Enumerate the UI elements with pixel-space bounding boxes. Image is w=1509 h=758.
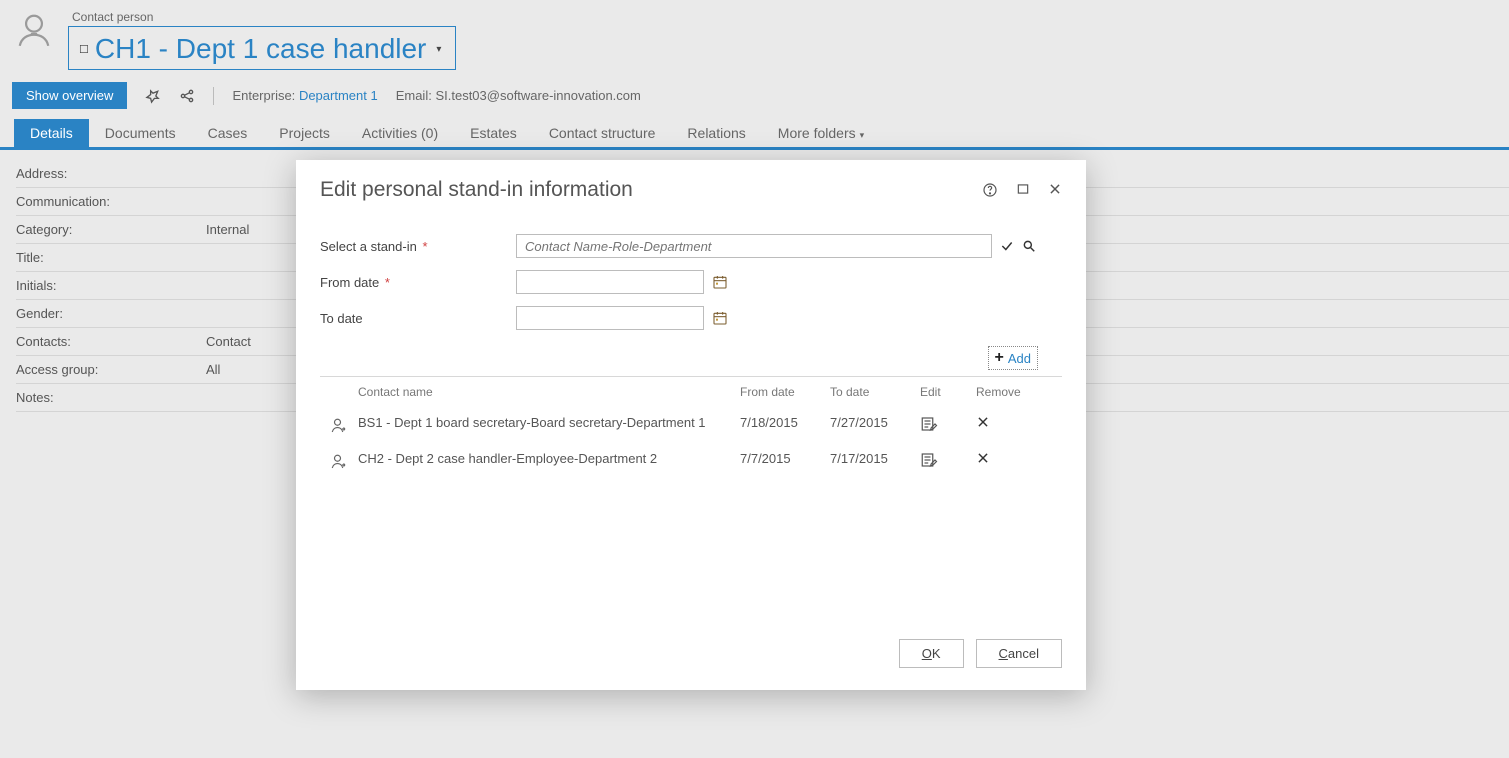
help-icon[interactable]	[982, 182, 998, 198]
chevron-down-icon: ▾	[860, 130, 865, 140]
checkbox-icon: ☐	[79, 43, 89, 56]
dialog-title: Edit personal stand-in information	[320, 178, 633, 202]
maximize-icon[interactable]	[1016, 182, 1030, 198]
edit-row-button[interactable]	[920, 415, 976, 433]
table-row: CH2 - Dept 2 case handler-Employee-Depar…	[320, 443, 1062, 479]
avatar	[14, 10, 54, 50]
close-icon[interactable]	[1048, 182, 1062, 198]
tab-relations[interactable]: Relations	[671, 119, 761, 147]
tab-estates[interactable]: Estates	[454, 119, 533, 147]
email-label: Email:	[396, 88, 432, 103]
select-standin-label: Select a stand-in *	[320, 239, 516, 254]
to-date-label: To date	[320, 311, 516, 326]
ok-button[interactable]: OK	[899, 639, 964, 668]
person-icon	[320, 451, 358, 471]
col-remove: Remove	[976, 385, 1036, 399]
col-to: To date	[830, 385, 920, 399]
remove-row-button[interactable]	[976, 451, 1036, 465]
tab-more-label: More folders	[778, 125, 856, 141]
cell-to: 7/27/2015	[830, 415, 920, 430]
tab-activities[interactable]: Activities (0)	[346, 119, 454, 147]
tab-projects[interactable]: Projects	[263, 119, 346, 147]
chevron-down-icon: ▾	[436, 44, 441, 55]
tab-details[interactable]: Details	[14, 119, 89, 147]
search-icon[interactable]	[1022, 239, 1036, 253]
person-icon	[320, 415, 358, 435]
contact-name: CH1 - Dept 1 case handler	[95, 33, 427, 65]
enterprise-link[interactable]: Department 1	[299, 88, 378, 103]
add-button[interactable]: + Add	[988, 346, 1038, 370]
page-header: Contact person ☐ CH1 - Dept 1 case handl…	[0, 0, 1509, 70]
standin-table: Contact name From date To date Edit Remo…	[320, 376, 1062, 479]
remove-row-button[interactable]	[976, 415, 1036, 429]
tab-documents[interactable]: Documents	[89, 119, 192, 147]
contact-select[interactable]: ☐ CH1 - Dept 1 case handler ▾	[68, 26, 456, 70]
calendar-icon[interactable]	[712, 310, 728, 326]
to-date-input[interactable]	[516, 306, 704, 330]
tab-more-folders[interactable]: More folders ▾	[762, 119, 880, 147]
table-row: BS1 - Dept 1 board secretary-Board secre…	[320, 407, 1062, 443]
tab-cases[interactable]: Cases	[192, 119, 264, 147]
col-edit: Edit	[920, 385, 976, 399]
dialog-footer: OK Cancel	[296, 639, 1086, 690]
show-overview-button[interactable]: Show overview	[12, 82, 127, 109]
col-contact-name: Contact name	[358, 385, 740, 399]
cell-name: BS1 - Dept 1 board secretary-Board secre…	[358, 415, 740, 430]
select-standin-input[interactable]	[516, 234, 992, 258]
plus-icon: +	[995, 349, 1004, 367]
contact-label: Contact person	[72, 10, 456, 24]
enterprise-label: Enterprise:	[232, 88, 295, 103]
add-label: Add	[1008, 351, 1031, 366]
email-field: Email: SI.test03@software-innovation.com	[396, 88, 641, 103]
divider	[213, 87, 214, 105]
edit-standin-dialog: Edit personal stand-in information Selec…	[296, 160, 1086, 690]
table-header: Contact name From date To date Edit Remo…	[320, 377, 1062, 407]
edit-row-button[interactable]	[920, 451, 976, 469]
pin-icon[interactable]	[145, 88, 161, 104]
cell-from: 7/18/2015	[740, 415, 830, 430]
col-from: From date	[740, 385, 830, 399]
action-bar: Show overview Enterprise: Department 1 E…	[0, 70, 1509, 109]
cancel-button[interactable]: Cancel	[976, 639, 1062, 668]
tab-contact-structure[interactable]: Contact structure	[533, 119, 672, 147]
share-icon[interactable]	[179, 88, 195, 104]
calendar-icon[interactable]	[712, 274, 728, 290]
tab-bar: Details Documents Cases Projects Activit…	[0, 109, 1509, 150]
cell-name: CH2 - Dept 2 case handler-Employee-Depar…	[358, 451, 740, 466]
enterprise-field: Enterprise: Department 1	[232, 88, 377, 103]
cell-from: 7/7/2015	[740, 451, 830, 466]
dialog-header: Edit personal stand-in information	[296, 160, 1086, 208]
confirm-icon[interactable]	[1000, 239, 1014, 253]
from-date-input[interactable]	[516, 270, 704, 294]
from-date-label: From date *	[320, 275, 516, 290]
email-value: SI.test03@software-innovation.com	[435, 88, 640, 103]
cell-to: 7/17/2015	[830, 451, 920, 466]
dialog-body: Select a stand-in * From date * To date	[296, 208, 1086, 639]
